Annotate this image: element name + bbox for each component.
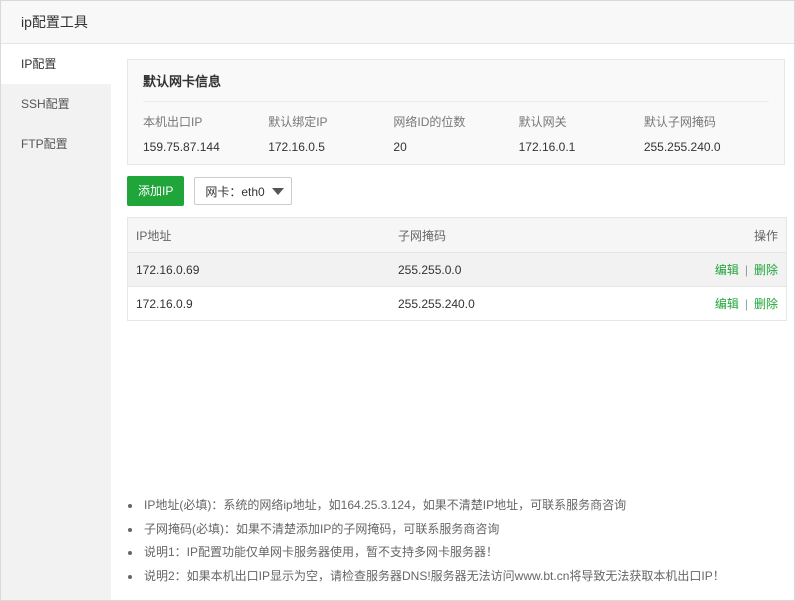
- dialog-title: ip配置工具: [21, 14, 88, 30]
- nic-info-title: 默认网卡信息: [143, 60, 769, 102]
- action-separator: |: [744, 263, 748, 277]
- action-separator: |: [744, 297, 748, 311]
- info-field: 网络ID的位数 20: [393, 111, 518, 159]
- sidebar-item-ftp-config[interactable]: FTP配置: [1, 124, 111, 164]
- cell-mask: 255.255.0.0: [398, 262, 462, 277]
- cell-actions: 编辑 | 删除: [660, 261, 778, 278]
- info-value: 20: [393, 140, 407, 154]
- ip-table: IP地址 子网掩码 操作 172.16.0.69 255.255.0.0 编辑 |…: [127, 217, 787, 321]
- info-label: 默认绑定IP: [268, 115, 328, 129]
- delete-link[interactable]: 删除: [754, 297, 778, 311]
- info-value: 255.255.240.0: [643, 140, 721, 154]
- help-notes: IP地址(必填)：系统的网络ip地址，如164.25.3.124，如果不清楚IP…: [127, 497, 787, 591]
- info-label: 默认子网掩码: [643, 115, 716, 129]
- cell-mask: 255.255.240.0: [398, 296, 475, 311]
- header-mask: 子网掩码: [398, 228, 447, 243]
- info-value: 159.75.87.144: [143, 140, 220, 154]
- edit-link[interactable]: 编辑: [715, 263, 739, 277]
- sidebar: IP配置 SSH配置 FTP配置: [1, 44, 111, 600]
- table-row: 172.16.0.69 255.255.0.0 编辑 | 删除: [128, 252, 786, 286]
- titlebar: ip配置工具: [1, 1, 794, 44]
- info-label: 本机出口IP: [143, 115, 203, 129]
- toolbar: 添加IP 网卡：eth0: [127, 176, 785, 206]
- table-header: IP地址 子网掩码 操作: [128, 218, 786, 252]
- add-ip-button[interactable]: 添加IP: [127, 176, 185, 206]
- cell-actions: 编辑 | 删除: [660, 295, 778, 312]
- ip-config-dialog: ip配置工具 IP配置 SSH配置 FTP配置 默认网卡信息 本机出口IP 15…: [0, 0, 795, 601]
- sidebar-item-ip-config[interactable]: IP配置: [1, 44, 111, 84]
- table-row: 172.16.0.9 255.255.240.0 编辑 | 删除: [128, 286, 786, 320]
- chevron-down-icon: [272, 188, 285, 195]
- header-ip: IP地址: [136, 228, 172, 243]
- note-item: 说明2：如果本机出口IP显示为空，请检查服务器DNS!服务器无法访问www.bt…: [127, 568, 787, 592]
- nic-select[interactable]: 网卡：eth0: [194, 177, 293, 205]
- info-field: 默认子网掩码 255.255.240.0: [644, 111, 769, 159]
- delete-link[interactable]: 删除: [754, 263, 778, 277]
- info-label: 默认网关: [518, 115, 567, 129]
- nic-info-card: 默认网卡信息 本机出口IP 159.75.87.144 默认绑定IP 172.1…: [127, 59, 785, 165]
- header-actions: 操作: [753, 228, 778, 243]
- nic-select-value: 网卡：eth0: [205, 184, 265, 199]
- cell-ip: 172.16.0.9: [136, 296, 193, 311]
- note-item: 说明1：IP配置功能仅单网卡服务器使用，暂不支持多网卡服务器！: [127, 544, 787, 568]
- note-item: 子网掩码(必填)：如果不清楚添加IP的子网掩码，可联系服务商咨询: [127, 521, 787, 545]
- info-label: 网络ID的位数: [393, 115, 466, 129]
- info-field: 默认网关 172.16.0.1: [519, 111, 644, 159]
- edit-link[interactable]: 编辑: [715, 297, 739, 311]
- info-value: 172.16.0.5: [268, 140, 325, 154]
- sidebar-item-ssh-config[interactable]: SSH配置: [1, 84, 111, 124]
- nic-info-grid: 本机出口IP 159.75.87.144 默认绑定IP 172.16.0.5 网…: [143, 111, 769, 159]
- info-value: 172.16.0.1: [518, 140, 576, 154]
- cell-ip: 172.16.0.69: [136, 262, 200, 277]
- note-item: IP地址(必填)：系统的网络ip地址，如164.25.3.124，如果不清楚IP…: [127, 497, 787, 521]
- info-field: 默认绑定IP 172.16.0.5: [268, 111, 393, 159]
- info-field: 本机出口IP 159.75.87.144: [143, 111, 268, 159]
